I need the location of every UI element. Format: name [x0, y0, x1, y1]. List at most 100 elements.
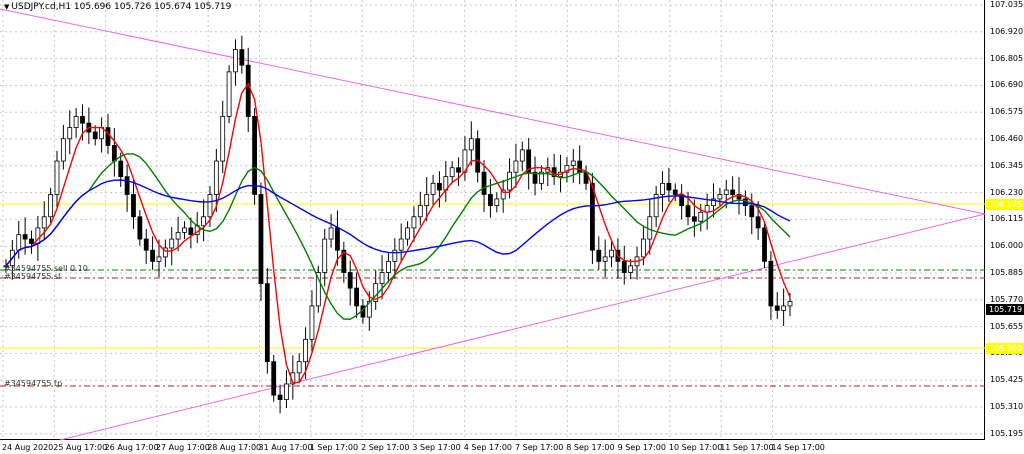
- candle-body: [29, 238, 34, 244]
- candle-body: [60, 138, 66, 162]
- candle-body: [111, 145, 117, 162]
- time-tick-label: 3 Sep 17:00: [412, 443, 461, 452]
- candle-body: [328, 227, 334, 240]
- candle-body: [596, 249, 602, 262]
- triangle-upper-trendline: [0, 8, 985, 215]
- candle-body: [67, 127, 73, 140]
- candle-body: [723, 189, 729, 195]
- time-tick-label: 11 Sep 17:00: [720, 443, 774, 452]
- candle-body: [239, 49, 245, 66]
- candle-body: [660, 182, 665, 195]
- time-tick-label: 28 Aug 17:00: [207, 443, 262, 452]
- candle-body: [201, 216, 206, 227]
- candle-body: [264, 283, 270, 363]
- symbol-ohlc-text: USDJPY.cd,H1 105.696 105.726 105.674 105…: [11, 2, 232, 12]
- candle-body: [685, 205, 691, 218]
- price-tick-label: 106.460: [990, 134, 1024, 143]
- candle-body: [296, 361, 302, 374]
- time-tick-label: 25 Aug 17:00: [53, 443, 108, 452]
- time-tick-label: 8 Sep 17:00: [566, 443, 615, 452]
- price-tick-label: 106.345: [990, 160, 1024, 170]
- candle-body: [647, 216, 653, 240]
- price-tick-label: 106.230: [990, 187, 1024, 197]
- candle-body: [92, 131, 98, 140]
- price-tick-label: 106.115: [990, 214, 1024, 224]
- plot-area[interactable]: [0, 0, 985, 440]
- candle-body: [22, 234, 28, 240]
- time-tick-label: 9 Sep 17:00: [617, 443, 666, 452]
- candle-body: [118, 160, 124, 178]
- candle-body: [277, 394, 283, 400]
- candle-body: [258, 194, 264, 285]
- candle-body: [335, 227, 340, 251]
- candle-body: [781, 305, 787, 311]
- candle-body: [271, 361, 277, 396]
- time-tick-label: 10 Sep 17:00: [668, 443, 723, 452]
- ma-mid-line: [5, 153, 791, 321]
- candle-body: [347, 272, 353, 289]
- candle-body: [717, 194, 723, 200]
- price-tick-label: 106.575: [990, 107, 1024, 117]
- candle-body: [182, 227, 187, 233]
- candle-body: [762, 227, 767, 262]
- candle-body: [411, 216, 417, 229]
- candle-body: [207, 194, 213, 218]
- candle-body: [590, 182, 595, 251]
- candle-body: [449, 167, 455, 178]
- candle-body: [481, 171, 487, 195]
- ma-fast-line: [5, 82, 791, 384]
- candle-body: [424, 194, 430, 207]
- candle-body: [80, 116, 85, 124]
- candle-body: [742, 198, 748, 207]
- candle-body: [672, 189, 678, 195]
- time-tick-label: 24 Aug 2020: [2, 443, 54, 452]
- candle-body: [513, 160, 519, 173]
- candle-body: [252, 116, 257, 195]
- candle-body: [124, 176, 130, 195]
- candle-body: [405, 227, 410, 240]
- order-tp-label[interactable]: #34594755 tp: [4, 379, 62, 388]
- candle-body: [577, 160, 583, 173]
- candle-body: [169, 238, 175, 249]
- price-tick-label: 105.310: [990, 402, 1024, 411]
- candle-body: [430, 182, 436, 195]
- candle-body: [494, 198, 500, 207]
- candle-body: [417, 205, 423, 218]
- candle-body: [322, 238, 328, 273]
- candle-body: [468, 138, 474, 151]
- candle-body: [150, 249, 156, 262]
- candle-body: [16, 234, 22, 251]
- price-tick-label: 105.655: [990, 321, 1024, 331]
- candle-body: [437, 182, 442, 191]
- candle-body: [570, 160, 576, 166]
- price-tick-label: 106.920: [990, 26, 1024, 36]
- candle-body: [392, 249, 398, 262]
- price-tick-label: 107.035: [990, 0, 1024, 9]
- candle-body: [309, 305, 315, 340]
- order-sl-label[interactable]: #34594755 sl: [4, 272, 60, 281]
- chart-window[interactable]: ▼ USDJPY.cd,H1 105.696 105.726 105.674 10…: [0, 0, 1024, 454]
- candle-body: [475, 138, 481, 173]
- candle-body: [755, 216, 761, 229]
- time-tick-label: 2 Sep 17:00: [361, 443, 410, 452]
- candle-body: [379, 272, 385, 285]
- candle-body: [131, 194, 136, 218]
- candle-body: [609, 249, 614, 258]
- candle-body: [398, 238, 404, 251]
- candle-body: [41, 216, 47, 229]
- dropdown-triangle-icon[interactable]: ▼: [4, 3, 9, 11]
- price-tick-label: 106.690: [990, 80, 1024, 90]
- candle-body: [354, 287, 359, 307]
- time-tick-label: 31 Aug 17:00: [258, 443, 313, 452]
- candle-body: [640, 238, 646, 258]
- candle-body: [628, 265, 634, 273]
- candle-body: [386, 260, 391, 273]
- price-tick-label: 105.425: [990, 375, 1024, 385]
- candlestick-chart[interactable]: [0, 0, 985, 440]
- candle-body: [488, 194, 493, 207]
- candle-body: [220, 116, 226, 162]
- candle-body: [48, 194, 54, 218]
- candle-body: [73, 116, 79, 129]
- candle-body: [774, 305, 780, 311]
- candle-body: [175, 231, 181, 240]
